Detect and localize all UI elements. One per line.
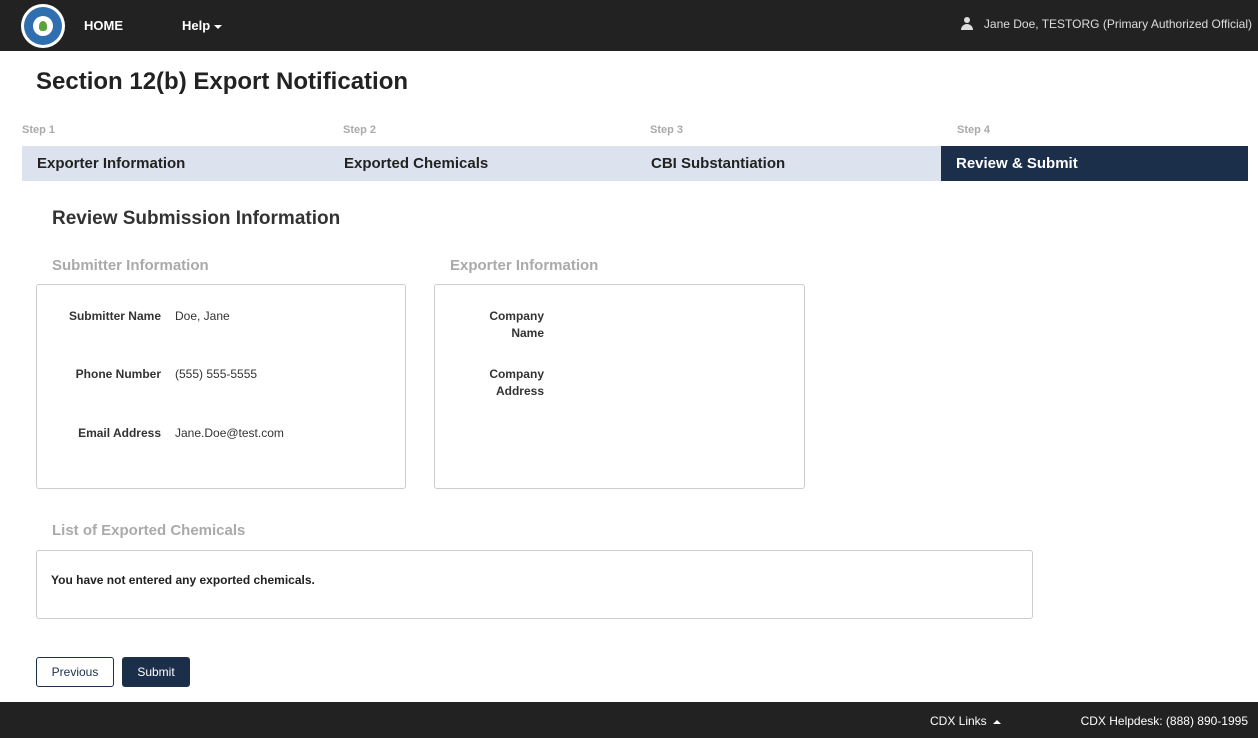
previous-button[interactable]: Previous	[36, 657, 114, 687]
submitter-heading: Submitter Information	[52, 257, 209, 274]
phone-number-value: (555) 555-5555	[175, 367, 258, 381]
submitter-panel: Submitter Name Doe, Jane Phone Number (5…	[36, 284, 406, 489]
submitter-name-label: Submitter Name	[68, 309, 161, 323]
phone-number-label: Phone Number	[75, 367, 161, 381]
email-address-label: Email Address	[78, 426, 161, 440]
cdx-helpdesk-text: CDX Helpdesk: (888) 890-1995	[1080, 714, 1248, 728]
page-title: Section 12(b) Export Notification	[36, 68, 409, 95]
step-4-label: Step 4	[957, 124, 991, 136]
top-navbar: HOME Help Jane Doe, TESTORG (Primary Aut…	[0, 0, 1258, 51]
email-address-value: Jane.Doe@test.com	[175, 426, 284, 440]
nav-home-link[interactable]: HOME	[84, 18, 123, 33]
epa-logo[interactable]	[21, 4, 65, 48]
submit-button[interactable]: Submit	[122, 657, 190, 687]
step-cbi-substantiation[interactable]: CBI Substantiation	[636, 146, 941, 181]
step-exported-chemicals[interactable]: Exported Chemicals	[329, 146, 636, 181]
step-3-label: Step 3	[650, 124, 684, 136]
user-name: Jane Doe, TESTORG (Primary Authorized Of…	[983, 17, 1252, 31]
epa-seal-icon	[24, 7, 62, 45]
exporter-heading: Exporter Information	[450, 257, 599, 274]
company-address-label: Company Address	[489, 367, 544, 398]
footer: CDX Links CDX Helpdesk: (888) 890-1995	[0, 702, 1258, 738]
submitter-name-value: Doe, Jane	[175, 309, 230, 323]
chevron-down-icon	[214, 24, 223, 29]
user-menu[interactable]: Jane Doe, TESTORG (Primary Authorized Of…	[960, 17, 1252, 31]
user-icon	[960, 17, 974, 31]
no-chemicals-message: You have not entered any exported chemic…	[51, 573, 315, 587]
step-review-submit[interactable]: Review & Submit	[941, 146, 1248, 181]
nav-help-dropdown[interactable]: Help	[182, 18, 223, 33]
review-title: Review Submission Information	[52, 208, 341, 229]
chemicals-heading: List of Exported Chemicals	[52, 522, 246, 539]
company-name-label: Company Name	[489, 309, 544, 340]
step-exporter-information[interactable]: Exporter Information	[22, 146, 329, 181]
step-1-label: Step 1	[22, 124, 56, 136]
step-2-label: Step 2	[343, 124, 377, 136]
chevron-up-icon	[992, 719, 1001, 724]
cdx-links-dropdown[interactable]: CDX Links	[930, 714, 1001, 728]
nav-help-label: Help	[182, 18, 211, 33]
exporter-panel: Company Name Company Address	[434, 284, 805, 489]
cdx-links-label: CDX Links	[930, 714, 987, 728]
chemicals-panel: You have not entered any exported chemic…	[36, 550, 1033, 619]
